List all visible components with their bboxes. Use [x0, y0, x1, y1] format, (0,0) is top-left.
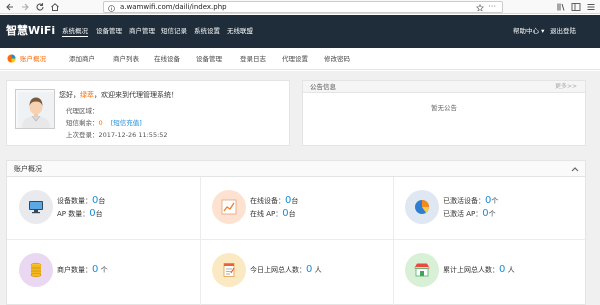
stat-line: 累计上网总人数：0 人	[443, 264, 515, 276]
subnav-item-online-devices[interactable]: 在线设备	[154, 55, 180, 64]
stat-unit: 台	[95, 210, 103, 218]
stat-activated: 已激活设备：0个 已激活 AP：0个	[393, 177, 586, 239]
nav-item-system-settings[interactable]: 系统设置	[194, 27, 220, 36]
stat-line: 今日上网总人数：0 人	[250, 264, 322, 276]
stat-label: 今日上网总人数：	[250, 266, 306, 274]
shop-icon	[405, 253, 439, 287]
library-icon[interactable]	[556, 2, 566, 12]
account-overview-title: 账户概况	[14, 165, 42, 173]
subnav-item-change-password[interactable]: 修改密码	[324, 55, 350, 64]
collapse-chevron-icon[interactable]	[571, 166, 579, 172]
notice-card: 公告信息 更多>> 暂无公告	[302, 80, 586, 146]
back-icon[interactable]	[5, 2, 15, 12]
stat-label: 设备数量：	[57, 197, 92, 205]
user-avatar-icon	[18, 92, 54, 128]
logout-link[interactable]: 退出登陆	[550, 27, 576, 36]
stat-total-users: 累计上网总人数：0 人	[393, 240, 586, 302]
account-overview-panel: 设备数量：0台 AP 数量：0台 在线设备：0台 在线 AP：0台 已激活设备：…	[6, 177, 587, 305]
account-icon	[7, 54, 16, 63]
notice-more-link[interactable]: 更多>>	[555, 83, 577, 91]
notice-title: 公告信息	[310, 83, 336, 91]
avatar	[15, 89, 55, 129]
agent-area-label: 代理区域：	[66, 107, 99, 115]
menu-icon[interactable]	[586, 2, 596, 12]
notepad-icon	[212, 253, 246, 287]
stat-label: AP 数量：	[57, 210, 90, 218]
stat-line: 设备数量：0台	[57, 195, 105, 207]
sms-recharge-link[interactable]: [短信充值]	[111, 119, 142, 127]
stat-unit: 人	[505, 266, 515, 274]
sub-navigation: 账户概况 添加商户 商户列表 在线设备 设备管理 登录日志 代理设置 修改密码	[0, 48, 600, 70]
subnav-item-add-merchant[interactable]: 添加商户	[69, 55, 95, 64]
stat-line: AP 数量：0台	[57, 208, 103, 220]
sms-remaining-value: 0	[98, 119, 103, 127]
computer-icon	[19, 190, 53, 224]
line-chart-icon	[212, 190, 246, 224]
stat-online: 在线设备：0台 在线 AP：0台	[200, 177, 393, 239]
username: 绿萃	[80, 91, 94, 99]
subnav-item-device-management[interactable]: 设备管理	[196, 55, 222, 64]
notice-header: 公告信息 更多>>	[303, 81, 585, 93]
last-login: 上次登录：2017-12-26 11:55:52	[66, 131, 168, 139]
stat-label: 已激活设备：	[443, 197, 485, 205]
greeting-prefix: 您好，	[59, 91, 80, 99]
stat-unit: 台	[98, 197, 106, 205]
forward-icon[interactable]	[20, 2, 30, 12]
stat-unit: 台	[291, 197, 299, 205]
stat-line: 已激活设备：0个	[443, 195, 498, 207]
nav-item-merchant-management[interactable]: 商户管理	[129, 27, 155, 36]
subnav-item-login-log[interactable]: 登录日志	[240, 55, 266, 64]
stat-merchants: 商户数量：0 个	[7, 240, 200, 302]
info-icon[interactable]	[108, 5, 115, 12]
stat-line: 在线 AP：0台	[250, 208, 296, 220]
greeting-suffix: ，欢迎来到代理管理系统！	[94, 91, 178, 99]
browser-toolbar: a.wamwifi.com/daili/index.php ···	[0, 0, 600, 14]
stat-unit: 个	[488, 210, 496, 218]
help-center-dropdown[interactable]: 帮助中心 ▾	[513, 27, 544, 36]
sms-remaining-row: 短信剩余：0 [短信充值]	[66, 119, 142, 128]
logo: 智慧WiFi	[6, 24, 56, 37]
stat-line: 商户数量：0 个	[57, 264, 108, 276]
stat-unit: 人	[312, 266, 322, 274]
stat-label: 商户数量：	[57, 266, 92, 274]
nav-item-sms-records[interactable]: 短信记录	[161, 27, 187, 36]
nav-item-system-overview[interactable]: 系统概况	[62, 27, 88, 37]
stat-unit: 个	[491, 197, 499, 205]
stat-line: 已激活 AP：0个	[443, 208, 496, 220]
stat-line: 在线设备：0台	[250, 195, 298, 207]
stat-unit: 台	[288, 210, 296, 218]
coins-icon	[19, 253, 53, 287]
notice-empty-text: 暂无公告	[431, 104, 457, 112]
bookmark-star-icon[interactable]	[476, 4, 484, 12]
stat-today-users: 今日上网总人数：0 人	[200, 240, 393, 302]
stat-unit: 个	[98, 266, 108, 274]
reload-icon[interactable]	[35, 2, 45, 12]
agent-area-row: 代理区域：	[66, 107, 99, 116]
stat-label: 已激活 AP：	[443, 210, 483, 218]
stat-label: 累计上网总人数：	[443, 266, 499, 274]
sidebar-icon[interactable]	[571, 2, 581, 12]
nav-item-wireless-alliance[interactable]: 无线联盟	[227, 27, 253, 36]
stat-devices: 设备数量：0台 AP 数量：0台	[7, 177, 200, 239]
home-icon[interactable]	[50, 2, 60, 12]
nav-item-device-management[interactable]: 设备管理	[96, 27, 122, 36]
account-overview-header: 账户概况	[6, 160, 586, 177]
url-text: a.wamwifi.com/daili/index.php	[120, 3, 227, 11]
subnav-item-merchant-list[interactable]: 商户列表	[113, 55, 139, 64]
sms-remaining-label: 短信剩余：	[66, 119, 99, 127]
ellipsis-icon[interactable]: ···	[488, 2, 496, 12]
stat-label: 在线 AP：	[250, 210, 283, 218]
stat-label: 在线设备：	[250, 197, 285, 205]
subnav-item-account-overview[interactable]: 账户概况	[20, 55, 46, 64]
subnav-item-agent-settings[interactable]: 代理设置	[282, 55, 308, 64]
welcome-message: 您好，绿萃，欢迎来到代理管理系统！	[59, 91, 178, 100]
welcome-card: 您好，绿萃，欢迎来到代理管理系统！ 代理区域： 短信剩余：0 [短信充值] 上次…	[6, 80, 290, 146]
top-navigation: 智慧WiFi 系统概况 设备管理 商户管理 短信记录 系统设置 无线联盟 帮助中…	[0, 15, 600, 48]
pie-chart-icon	[405, 190, 439, 224]
address-bar[interactable]: a.wamwifi.com/daili/index.php ···	[103, 1, 503, 13]
